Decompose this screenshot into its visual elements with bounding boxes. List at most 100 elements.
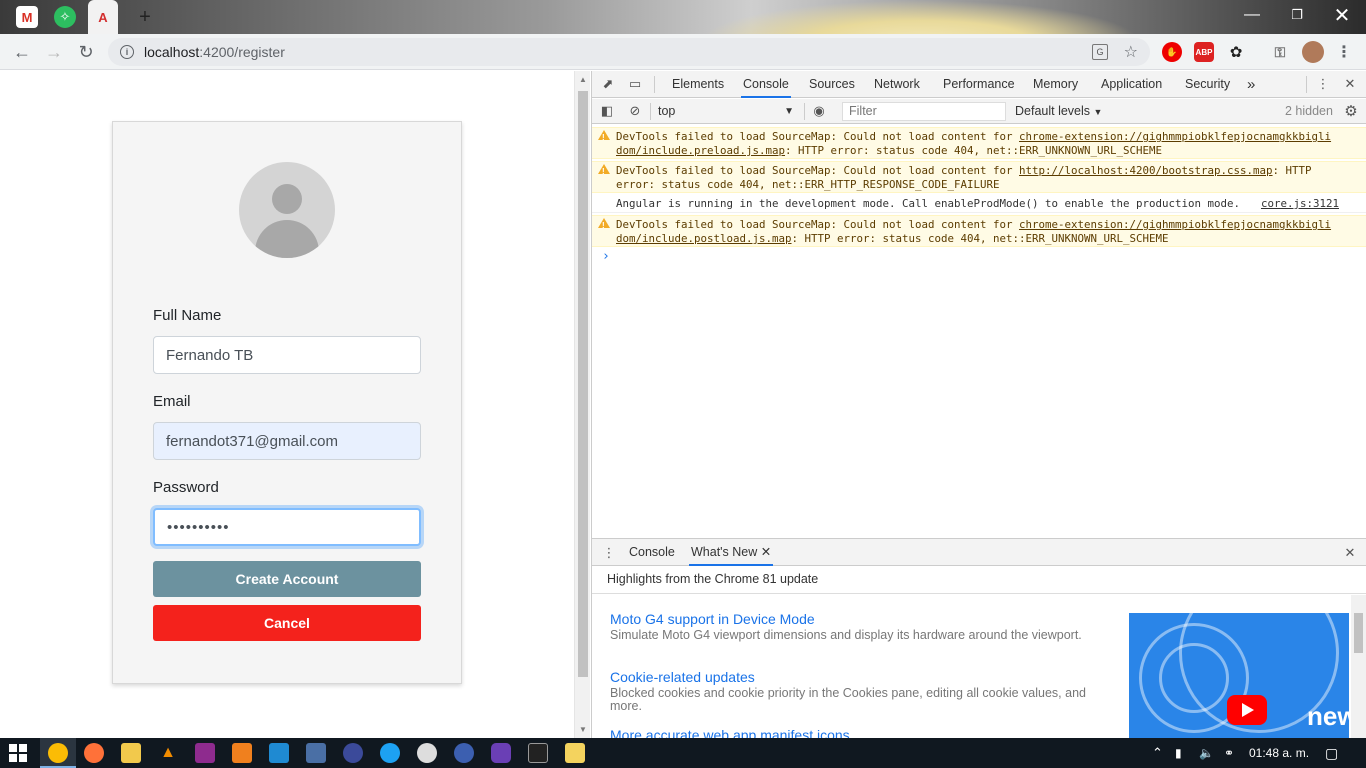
default-levels-dropdown[interactable]: Default levels ▼ — [1015, 99, 1102, 124]
separator — [650, 103, 651, 120]
wifi-icon[interactable]: ⚭ — [1224, 738, 1234, 768]
drawer-tab-bar: ⋮ Console What's New ✕ ✕ — [592, 538, 1366, 566]
whats-new-label: What's New — [691, 545, 758, 559]
create-account-button[interactable]: Create Account — [153, 561, 421, 597]
browser-menu-icon[interactable]: ⋮ — [1334, 42, 1354, 62]
forward-arrow-icon[interactable]: → — [42, 40, 66, 64]
firefox-icon[interactable] — [84, 743, 104, 763]
devtools-close-icon[interactable]: ✕ — [1341, 75, 1359, 93]
url-text[interactable]: localhost:4200/register — [144, 44, 285, 60]
profile-avatar[interactable] — [1302, 41, 1324, 63]
tray-expand-icon[interactable]: ⌃ — [1152, 738, 1163, 768]
devtools-menu-icon[interactable]: ⋮ — [1314, 75, 1332, 93]
feature-title-link[interactable]: Moto G4 support in Device Mode — [610, 610, 1090, 628]
drawer-tab-console[interactable]: Console — [627, 539, 677, 566]
winrar-icon[interactable] — [195, 743, 215, 763]
bookmark-star-icon[interactable]: ☆ — [1124, 42, 1138, 62]
more-tabs-icon[interactable]: » — [1245, 71, 1257, 98]
shield-app-icon[interactable] — [306, 743, 326, 763]
drawer-scroll-thumb[interactable] — [1354, 613, 1363, 653]
drawer-menu-icon[interactable]: ⋮ — [600, 544, 618, 562]
back-arrow-icon[interactable]: ← — [10, 40, 34, 64]
scroll-up-icon[interactable]: ▲ — [579, 75, 587, 84]
vscode-icon[interactable] — [269, 743, 289, 763]
drawer-close-icon[interactable]: ✕ — [1341, 544, 1359, 562]
cancel-button[interactable]: Cancel — [153, 605, 421, 641]
address-bar[interactable]: i localhost:4200/register G ☆ — [108, 38, 1150, 66]
device-toolbar-icon[interactable]: ▭ — [626, 75, 644, 93]
tab-memory[interactable]: Memory — [1031, 71, 1080, 98]
translate-icon[interactable]: G — [1092, 44, 1108, 60]
email-field[interactable]: fernandot371@gmail.com — [153, 422, 421, 460]
youtube-play-icon[interactable] — [1227, 695, 1267, 725]
notifications-icon[interactable]: ▢ — [1325, 738, 1338, 768]
minimize-icon[interactable]: — — [1240, 4, 1264, 26]
paw-extension-icon[interactable]: ✿ — [1226, 42, 1246, 62]
key-extension-icon[interactable]: ⚿ — [1270, 42, 1290, 62]
console-filter-input[interactable]: Filter — [842, 102, 1006, 121]
page-scroll-thumb[interactable] — [578, 91, 588, 677]
file-explorer-icon[interactable] — [121, 743, 141, 763]
adblock-plus-icon[interactable]: ABP — [1194, 42, 1214, 62]
console-message-warning: DevTools failed to load SourceMap: Could… — [592, 215, 1366, 247]
message-error: : HTTP error: status code 404, net::ERR_… — [791, 232, 1169, 245]
close-tab-icon[interactable]: ✕ — [761, 545, 771, 559]
console-settings-gear-icon[interactable]: ⚙ — [1342, 102, 1360, 120]
feature-title-link[interactable]: Cookie-related updates — [610, 668, 1090, 686]
app-icon[interactable] — [380, 743, 400, 763]
context-selector[interactable]: top ▼ — [658, 102, 794, 121]
warning-icon — [598, 130, 610, 145]
tab-console[interactable]: Console — [741, 71, 791, 98]
app-icon[interactable] — [491, 743, 511, 763]
drawer-tab-whats-new[interactable]: What's New ✕ — [689, 539, 774, 566]
whats-new-video-thumbnail[interactable]: new — [1129, 613, 1349, 738]
message-error: : HTTP error: status code 404, net::ERR_… — [785, 144, 1163, 157]
battery-icon[interactable]: ▮ — [1175, 738, 1182, 768]
url-path: :4200/register — [199, 44, 285, 60]
app-icon[interactable] — [565, 743, 585, 763]
page-scrollbar[interactable]: ▲ ▼ — [574, 71, 590, 738]
source-link[interactable]: core.js:3121 — [1261, 197, 1339, 211]
tab-sources[interactable]: Sources — [807, 71, 857, 98]
chrome-icon[interactable] — [48, 743, 68, 763]
clear-console-icon[interactable]: ⊘ — [626, 102, 644, 120]
full-name-field[interactable]: Fernando TB — [153, 336, 421, 374]
tab-network[interactable]: Network — [872, 71, 922, 98]
feature-item: Moto G4 support in Device Mode Simulate … — [610, 610, 1090, 642]
stop-hand-extension-icon[interactable]: ✋ — [1162, 42, 1182, 62]
app-icon[interactable] — [343, 743, 363, 763]
live-expression-eye-icon[interactable]: ◉ — [810, 102, 828, 120]
drawer-scrollbar[interactable] — [1351, 595, 1366, 738]
clock-time[interactable]: 01:48 a. m. — [1249, 738, 1309, 768]
feature-item: Cookie-related updates Blocked cookies a… — [610, 668, 1090, 713]
feature-item: More accurate web app manifest icons — [610, 726, 1090, 738]
console-message-warning: DevTools failed to load SourceMap: Could… — [592, 127, 1366, 159]
windows-start-icon[interactable] — [9, 744, 27, 762]
volume-icon[interactable]: 🔈 — [1199, 738, 1214, 768]
feature-title-link[interactable]: More accurate web app manifest icons — [610, 726, 1090, 738]
window-close-icon[interactable]: ✕ — [1330, 4, 1354, 27]
app-icon[interactable] — [454, 743, 474, 763]
sourcemap-link[interactable]: http://localhost:4200/bootstrap.css.map — [1019, 164, 1273, 177]
inspect-element-icon[interactable]: ⬈ — [599, 75, 617, 93]
password-field[interactable]: •••••••••• — [153, 508, 421, 546]
app-icon[interactable] — [417, 743, 437, 763]
terminal-icon[interactable] — [528, 743, 548, 763]
sidebar-toggle-icon[interactable]: ◧ — [598, 102, 616, 120]
scroll-down-icon[interactable]: ▼ — [579, 725, 587, 734]
xampp-icon[interactable] — [232, 743, 252, 763]
reload-icon[interactable]: ↻ — [74, 40, 98, 64]
restore-icon[interactable]: ❐ — [1285, 4, 1309, 26]
console-prompt-icon[interactable]: › — [602, 249, 610, 264]
evernote-tab-icon[interactable]: ✧ — [54, 6, 76, 28]
console-toolbar: ◧ ⊘ top ▼ ◉ Filter Default levels ▼ 2 hi… — [592, 99, 1366, 124]
tab-application[interactable]: Application — [1099, 71, 1164, 98]
info-icon[interactable]: i — [120, 45, 134, 59]
new-tab-icon[interactable]: + — [134, 6, 156, 28]
angular-tab-icon[interactable]: A — [88, 0, 118, 34]
tab-elements[interactable]: Elements — [670, 71, 726, 98]
vlc-icon[interactable]: ▲ — [158, 743, 178, 763]
tab-security[interactable]: Security — [1183, 71, 1232, 98]
tab-performance[interactable]: Performance — [941, 71, 1017, 98]
gmail-tab-icon[interactable]: M — [16, 6, 38, 28]
